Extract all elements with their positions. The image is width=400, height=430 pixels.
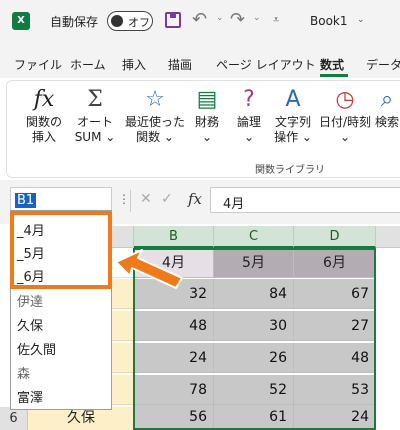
- row-header-6[interactable]: 6: [0, 407, 28, 430]
- recent-functions-button[interactable]: ☆ 最近使った 関数 ⌄: [123, 85, 187, 145]
- cell-a6[interactable]: 久保: [28, 407, 134, 430]
- fx-icon[interactable]: fx: [188, 190, 202, 208]
- dropdown-item-mori[interactable]: 森: [17, 363, 30, 382]
- question-icon: ?: [243, 87, 255, 112]
- tab-insert[interactable]: 挿入: [122, 56, 146, 73]
- tab-page-layout[interactable]: ページ レイアウト: [216, 56, 316, 73]
- cell-c2[interactable]: 84: [214, 279, 294, 309]
- insert-function-button[interactable]: fx 関数の 挿入: [21, 85, 67, 145]
- active-tab-indicator: [320, 74, 348, 77]
- autosum-button[interactable]: Σ オート SUM ⌄: [71, 85, 119, 145]
- cell-c5[interactable]: 52: [214, 375, 294, 405]
- name-box-value: B1: [15, 193, 37, 208]
- cell-b6[interactable]: 56: [134, 405, 214, 430]
- tab-data[interactable]: データ: [366, 56, 400, 73]
- financial-icon: ▤: [196, 87, 218, 112]
- cell-d2[interactable]: 67: [294, 279, 376, 309]
- star-icon: ☆: [145, 87, 165, 112]
- column-header-e[interactable]: [376, 226, 400, 248]
- divider: [130, 190, 131, 212]
- dropdown-item-kubo[interactable]: 久保: [17, 315, 43, 334]
- cell-b3[interactable]: 48: [134, 311, 214, 341]
- column-header-b[interactable]: B: [134, 226, 214, 248]
- cell-d4[interactable]: 48: [294, 343, 376, 373]
- clock-icon: ◷: [335, 87, 355, 112]
- column-header-d[interactable]: D: [294, 226, 376, 248]
- tab-formulas[interactable]: 数式: [320, 56, 344, 73]
- tab-draw[interactable]: 描画: [168, 56, 192, 73]
- lookup-button[interactable]: ⌕ 検索: [373, 85, 400, 130]
- toggle-knob: [111, 15, 123, 27]
- customize-qat-icon[interactable]: ⩡: [273, 13, 279, 27]
- document-title: Book1: [310, 14, 348, 28]
- financial-button[interactable]: ▤ 財務 ⌄: [189, 85, 225, 145]
- chevron-down-icon[interactable]: ⌄: [357, 15, 365, 25]
- fx-icon: fx: [33, 87, 55, 112]
- ribbon-panel: fx 関数の 挿入 Σ オート SUM ⌄ ☆ 最近使った 関数 ⌄ ▤ 財務 …: [6, 80, 400, 178]
- text-functions-button[interactable]: A 文字列 操作 ⌄: [271, 85, 315, 145]
- formula-content: 4月: [223, 197, 245, 212]
- cell-c4[interactable]: 26: [214, 343, 294, 373]
- tab-home[interactable]: ホーム: [70, 56, 106, 73]
- cell-c3[interactable]: 30: [214, 311, 294, 341]
- autosave-state: オフ: [128, 16, 150, 29]
- excel-icon: X: [12, 12, 30, 30]
- autosave-toggle[interactable]: オフ: [107, 11, 153, 31]
- formula-input[interactable]: 4月: [210, 187, 400, 213]
- cell-d6[interactable]: 24: [294, 405, 376, 430]
- chevron-down-icon[interactable]: ⌄: [216, 13, 224, 23]
- highlight-box: [10, 211, 112, 289]
- date-time-button[interactable]: ◷ 日付/時刻 ⌄: [317, 85, 373, 145]
- column-header-c[interactable]: C: [214, 226, 294, 248]
- enter-icon[interactable]: ✓: [161, 191, 173, 207]
- autosave-label: 自動保存: [50, 15, 99, 29]
- save-icon[interactable]: [165, 12, 181, 28]
- logical-button[interactable]: ? 論理 ⌄: [231, 85, 267, 145]
- group-label-function-library: 関数ライブラリ: [255, 165, 325, 176]
- tab-file[interactable]: ファイル: [14, 56, 62, 73]
- cell-c6[interactable]: 61: [214, 405, 294, 430]
- cell-d3[interactable]: 27: [294, 311, 376, 341]
- cell-b5[interactable]: 78: [134, 375, 214, 405]
- cell-c1[interactable]: 5月: [214, 248, 294, 278]
- redo-icon[interactable]: ↷: [230, 9, 245, 30]
- search-icon: ⌕: [380, 87, 394, 112]
- sigma-icon: Σ: [87, 87, 103, 112]
- ribbon-tabs: ファイル ホーム 挿入 描画 ページ レイアウト 数式 データ: [0, 44, 400, 78]
- title-bar: X 自動保存 オフ ↶ ⌄ ↷ ⌄ ⩡ Book1 ⌄: [0, 0, 400, 44]
- text-icon: A: [285, 87, 301, 112]
- undo-icon[interactable]: ↶: [192, 9, 207, 30]
- cancel-icon[interactable]: ✕: [140, 191, 152, 207]
- cell-d1[interactable]: 6月: [294, 248, 376, 278]
- cell-b4[interactable]: 24: [134, 343, 214, 373]
- dropdown-item-tomizawa[interactable]: 富澤: [17, 387, 43, 406]
- chevron-down-icon[interactable]: ⌄: [253, 13, 261, 23]
- dropdown-item-date[interactable]: 伊達: [17, 291, 43, 310]
- pointer-arrow-icon: [115, 249, 183, 289]
- dropdown-item-sakuma[interactable]: 佐久間: [17, 339, 56, 358]
- cell-d5[interactable]: 53: [294, 375, 376, 405]
- more-icon[interactable]: ⋮: [118, 192, 130, 206]
